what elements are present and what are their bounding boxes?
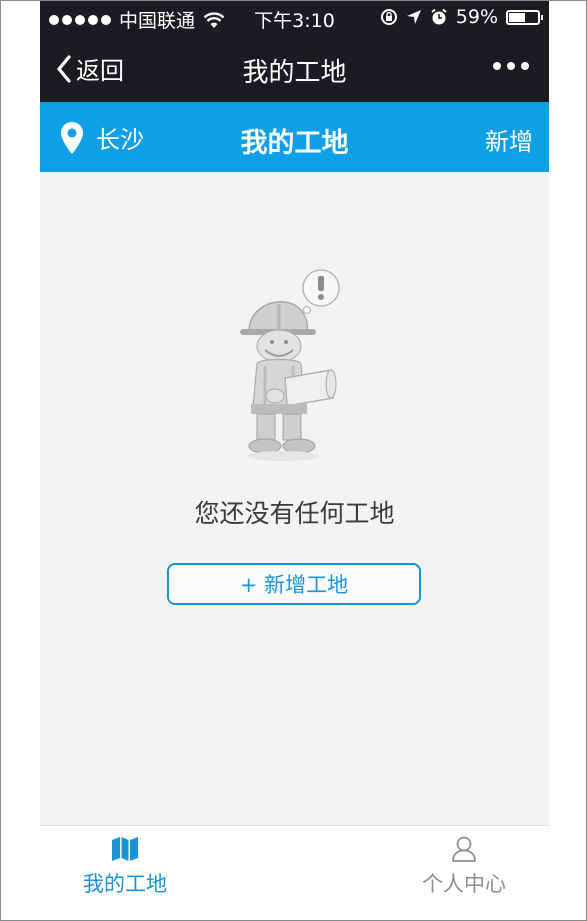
- phone-screen: 中国联通 下午3:10 59% 返回 我的工地 长沙 我的工地 新增 您还没有任…: [40, 1, 549, 920]
- user-icon: [452, 836, 476, 862]
- site-header: 长沙 我的工地 新增: [40, 102, 549, 172]
- back-button[interactable]: 返回: [56, 51, 124, 86]
- chevron-left-icon: [57, 54, 71, 83]
- add-button[interactable]: 新增: [485, 122, 533, 157]
- add-site-button[interactable]: + 新增工地: [167, 563, 421, 605]
- construction-worker-illustration: [240, 269, 340, 461]
- back-label: 返回: [76, 57, 124, 85]
- tab-label-my-sites: 我的工地: [83, 872, 167, 896]
- map-icon: [112, 837, 138, 861]
- city-selector[interactable]: 长沙: [60, 120, 144, 155]
- status-right: 59%: [380, 6, 543, 28]
- battery-icon: [506, 9, 543, 25]
- top-bar: 中国联通 下午3:10 59% 返回 我的工地: [40, 1, 549, 102]
- tab-my-sites[interactable]: 我的工地: [60, 836, 190, 898]
- empty-message: 您还没有任何工地: [194, 499, 395, 528]
- tab-bar: 我的工地 个人中心: [40, 825, 549, 920]
- screenshot-frame: 中国联通 下午3:10 59% 返回 我的工地 长沙 我的工地 新增 您还没有任…: [0, 0, 587, 921]
- nav-bar: 返回 我的工地: [40, 35, 549, 102]
- status-bar: 中国联通 下午3:10 59%: [40, 1, 549, 35]
- location-arrow-icon: [406, 10, 421, 24]
- rotation-lock-icon: [380, 9, 397, 25]
- tab-profile[interactable]: 个人中心: [399, 836, 529, 898]
- more-options-icon[interactable]: [493, 62, 529, 70]
- location-pin-icon: [61, 121, 83, 154]
- city-label: 长沙: [96, 126, 144, 154]
- battery-percent: 59%: [455, 6, 498, 28]
- tab-label-profile: 个人中心: [422, 872, 506, 896]
- alarm-icon: [431, 8, 447, 25]
